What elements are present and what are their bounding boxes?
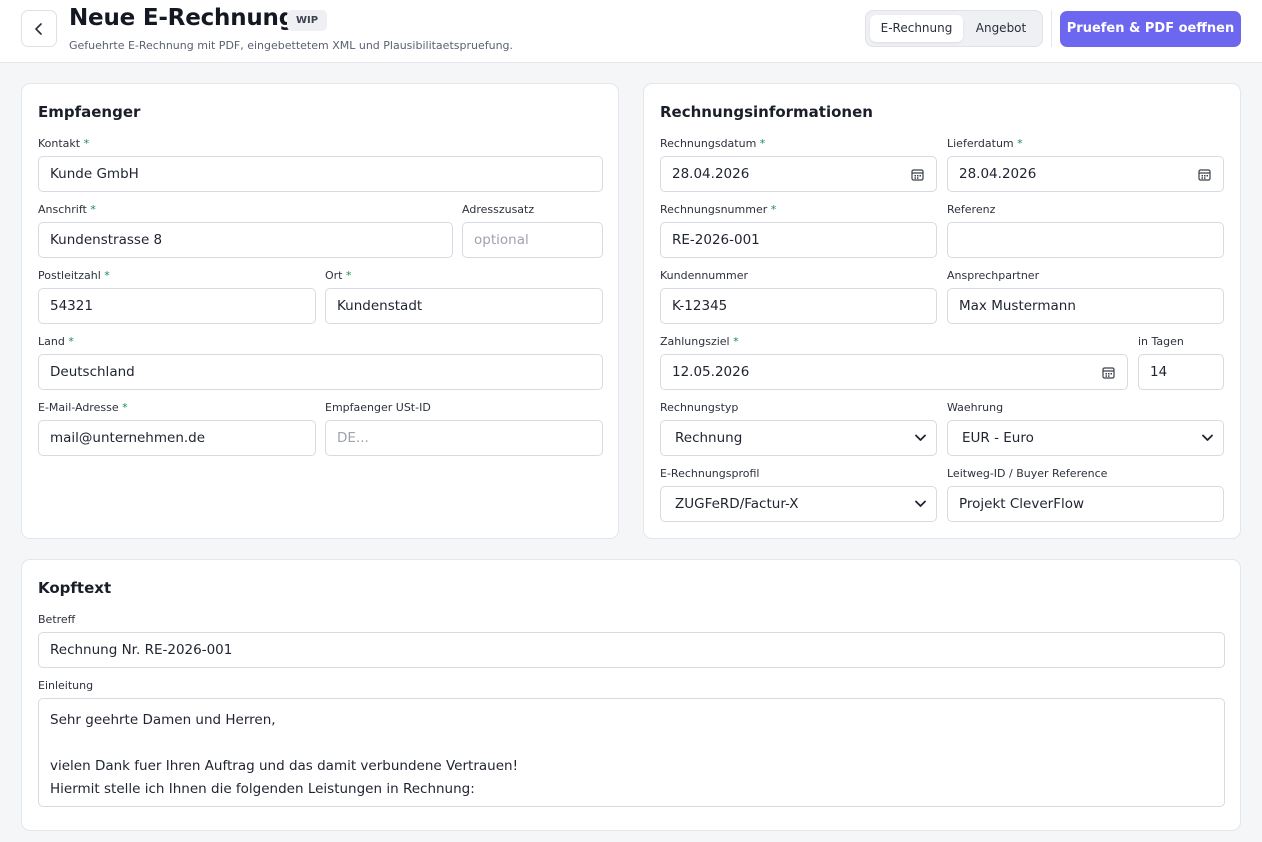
- postal-code-label: Postleitzahl *: [38, 269, 110, 282]
- buyer-reference-field[interactable]: Projekt CleverFlow: [947, 486, 1224, 522]
- header-text-card: Kopftext Betreff Rechnung Nr. RE-2026-00…: [21, 559, 1241, 831]
- tab-angebot[interactable]: Angebot: [966, 15, 1036, 42]
- invoice-type-label: Rechnungstyp: [660, 401, 739, 414]
- subject-field[interactable]: Rechnung Nr. RE-2026-001: [38, 632, 1225, 668]
- reference-label: Referenz: [947, 203, 996, 216]
- calendar-icon[interactable]: [911, 168, 924, 181]
- invoice-number-field[interactable]: RE-2026-001: [660, 222, 937, 258]
- currency-value: EUR - Euro: [962, 430, 1034, 446]
- chevron-down-icon: [915, 500, 926, 507]
- invoice-date-label: Rechnungsdatum *: [660, 137, 766, 150]
- customer-number-label: Kundennummer: [660, 269, 748, 282]
- contact-field[interactable]: Kunde GmbH: [38, 156, 603, 192]
- email-label: E-Mail-Adresse *: [38, 401, 128, 414]
- profile-label: E-Rechnungsprofil: [660, 467, 760, 480]
- invoice-type-select[interactable]: Rechnung: [660, 420, 937, 456]
- postal-code-field[interactable]: 54321: [38, 288, 316, 324]
- invoice-info-card-title: Rechnungsinformationen: [660, 103, 873, 121]
- invoice-type-value: Rechnung: [675, 430, 743, 446]
- chevron-down-icon: [915, 434, 926, 441]
- payment-due-value: 12.05.2026: [672, 364, 750, 380]
- days-label: in Tagen: [1138, 335, 1184, 348]
- contact-person-field[interactable]: Max Mustermann: [947, 288, 1224, 324]
- payment-due-field[interactable]: 12.05.2026: [660, 354, 1128, 390]
- page-subtitle: Gefuehrte E-Rechnung mit PDF, eingebette…: [69, 39, 514, 52]
- delivery-date-label: Lieferdatum *: [947, 137, 1023, 150]
- profile-value: ZUGFeRD/Factur-X: [675, 496, 799, 512]
- subject-label: Betreff: [38, 613, 76, 626]
- intro-textarea[interactable]: Sehr geehrte Damen und Herren, vielen Da…: [38, 698, 1225, 807]
- buyer-reference-label: Leitweg-ID / Buyer Reference: [947, 467, 1108, 480]
- check-and-open-pdf-button[interactable]: Pruefen & PDF oeffnen: [1060, 11, 1241, 47]
- chevron-left-icon: [35, 22, 42, 35]
- status-badge: WIP: [287, 10, 328, 31]
- payment-due-label: Zahlungsziel *: [660, 335, 739, 348]
- header-text-card-title: Kopftext: [38, 579, 112, 597]
- address-extra-label: Adresszusatz: [462, 203, 535, 216]
- calendar-icon[interactable]: [1198, 168, 1211, 181]
- vat-id-label: Empfaenger USt-ID: [325, 401, 431, 414]
- country-field[interactable]: Deutschland: [38, 354, 603, 390]
- page-title: Neue E-Rechnung: [69, 5, 295, 31]
- calendar-icon[interactable]: [1102, 366, 1115, 379]
- chevron-down-icon: [1202, 434, 1213, 441]
- top-header: Neue E-Rechnung WIP Gefuehrte E-Rechnung…: [0, 0, 1262, 63]
- currency-label: Waehrung: [947, 401, 1004, 414]
- address-field[interactable]: Kundenstrasse 8: [38, 222, 453, 258]
- document-type-switch: E-Rechnung Angebot: [865, 10, 1043, 47]
- customer-number-field[interactable]: K-12345: [660, 288, 937, 324]
- address-extra-field[interactable]: optional: [462, 222, 603, 258]
- email-field[interactable]: mail@unternehmen.de: [38, 420, 316, 456]
- tab-e-rechnung[interactable]: E-Rechnung: [870, 15, 963, 42]
- address-label: Anschrift *: [38, 203, 96, 216]
- days-field[interactable]: 14: [1138, 354, 1224, 390]
- delivery-date-value: 28.04.2026: [959, 166, 1037, 182]
- recipient-card: Empfaenger Kontakt * Kunde GmbH Anschrif…: [21, 83, 619, 539]
- recipient-card-title: Empfaenger: [38, 103, 141, 121]
- invoice-info-card: Rechnungsinformationen Rechnungsdatum * …: [643, 83, 1241, 539]
- city-field[interactable]: Kundenstadt: [325, 288, 603, 324]
- header-divider: [1051, 10, 1052, 47]
- intro-label: Einleitung: [38, 679, 94, 692]
- invoice-date-value: 28.04.2026: [672, 166, 750, 182]
- city-label: Ort *: [325, 269, 352, 282]
- contact-label: Kontakt *: [38, 137, 90, 150]
- country-label: Land *: [38, 335, 74, 348]
- invoice-number-label: Rechnungsnummer *: [660, 203, 777, 216]
- profile-select[interactable]: ZUGFeRD/Factur-X: [660, 486, 937, 522]
- back-button[interactable]: [21, 10, 57, 47]
- invoice-date-field[interactable]: 28.04.2026: [660, 156, 937, 192]
- contact-person-label: Ansprechpartner: [947, 269, 1040, 282]
- vat-id-field[interactable]: DE...: [325, 420, 603, 456]
- reference-field[interactable]: [947, 222, 1224, 258]
- currency-select[interactable]: EUR - Euro: [947, 420, 1224, 456]
- delivery-date-field[interactable]: 28.04.2026: [947, 156, 1224, 192]
